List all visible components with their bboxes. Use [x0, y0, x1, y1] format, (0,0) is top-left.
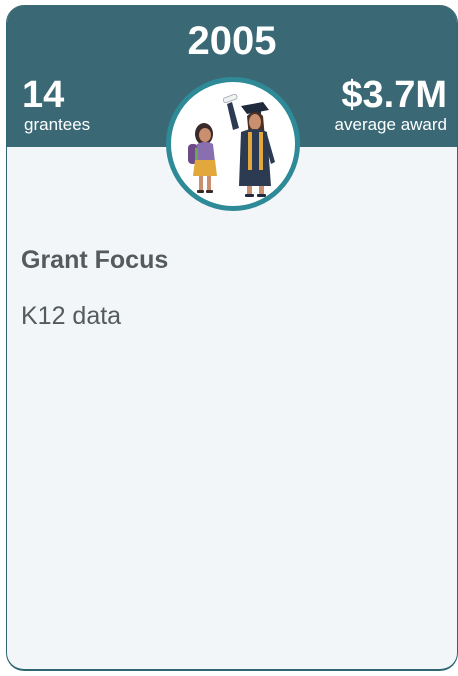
average-award-value: $3.7M: [341, 74, 447, 116]
year-heading: 2005: [187, 19, 277, 63]
graduate-and-child-illustration-icon: [166, 77, 300, 211]
grant-focus-text: K12 data: [21, 302, 122, 330]
grant-card: 2005 14 grantees $3.7M average award Gra…: [6, 5, 458, 671]
graduate-figure: [222, 93, 275, 197]
average-award-stat: $3.7M average award: [335, 75, 447, 135]
grant-focus-heading: Grant Focus: [21, 246, 169, 274]
grantees-label: grantees: [24, 115, 91, 134]
grantees-stat: 14 grantees: [22, 75, 90, 135]
child-figure: [188, 123, 217, 193]
average-award-label: average award: [334, 115, 447, 134]
grantees-count: 14: [22, 74, 65, 116]
